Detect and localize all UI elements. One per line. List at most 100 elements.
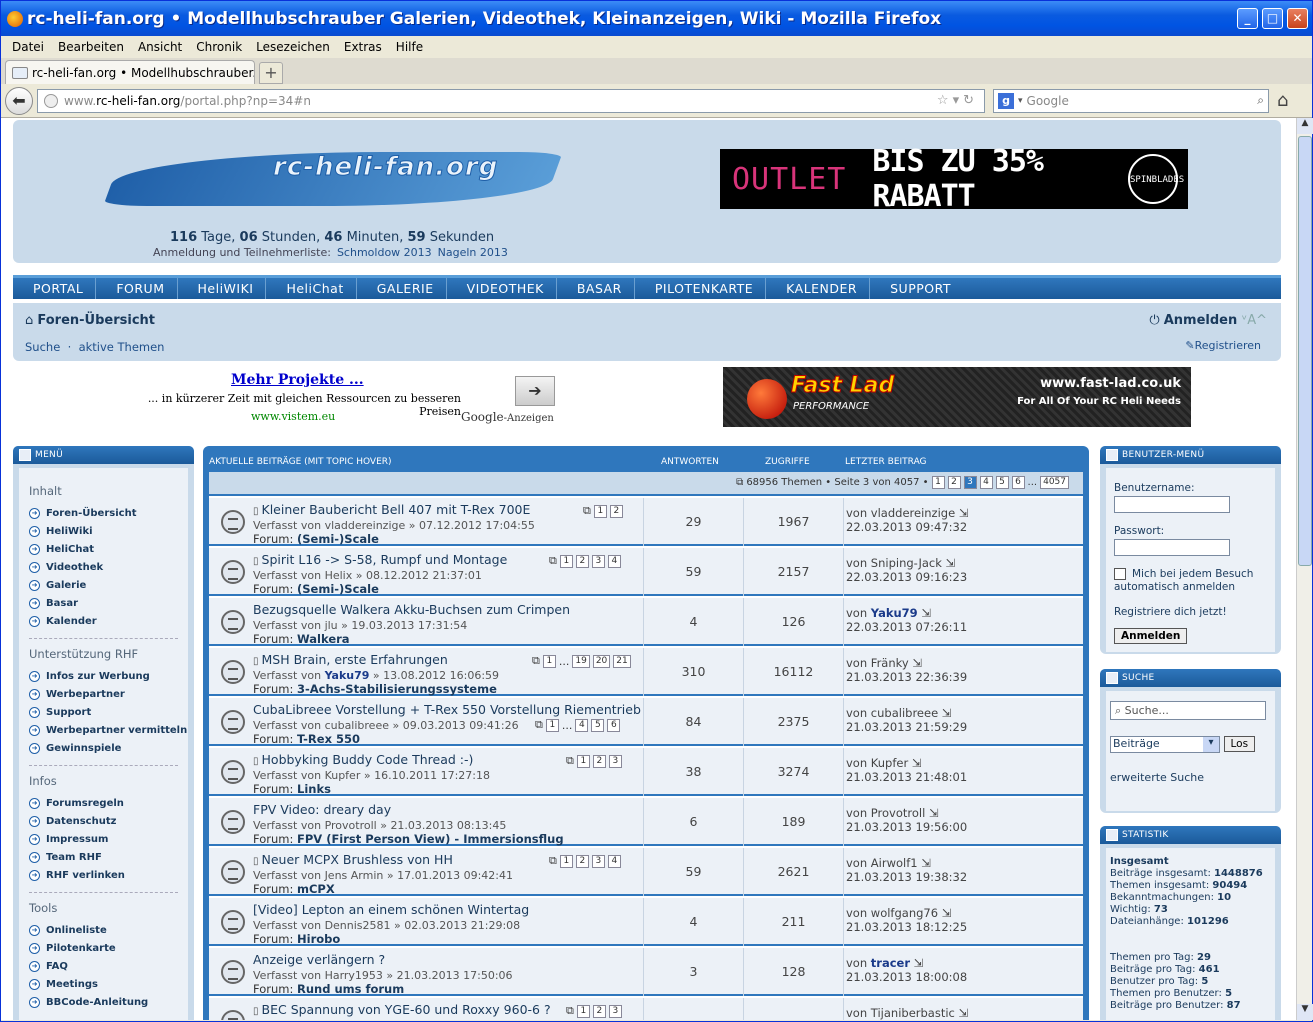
topic-title[interactable]: BEC Spannung von YGE-60 und Roxxy 960-6 … xyxy=(262,1002,551,1017)
forum-link[interactable]: Walkera xyxy=(297,632,350,646)
scroll-thumb[interactable] xyxy=(1298,136,1312,566)
menu-item[interactable]: ➜ Werbepartner xyxy=(29,685,188,703)
forum-link[interactable]: mCPX xyxy=(297,882,335,896)
goto-post-icon[interactable]: ⇲ xyxy=(925,806,939,820)
topic-page-link[interactable]: 1 xyxy=(542,654,556,668)
last-post-author[interactable]: Yaku79 xyxy=(871,606,918,620)
browser-tab[interactable]: rc-heli-fan.org • Modellhubschrauber... xyxy=(5,60,255,84)
login-button[interactable]: Anmelden xyxy=(1114,628,1188,644)
advanced-search-link[interactable]: erweiterte Suche xyxy=(1110,771,1271,784)
forum-link[interactable]: T-Rex 550 xyxy=(297,732,360,746)
topic-title[interactable]: CubaLibreee Vorstellung + T-Rex 550 Vors… xyxy=(253,702,641,717)
pagination-page[interactable]: 2 xyxy=(947,476,961,489)
goto-post-icon[interactable]: ⇲ xyxy=(955,1006,969,1020)
nav-portal[interactable]: PORTAL xyxy=(13,278,97,299)
reg-link-nageln[interactable]: Nageln 2013 xyxy=(438,246,508,259)
topic-page-link[interactable]: 3 xyxy=(608,1004,622,1018)
menu-chronik[interactable]: Chronik xyxy=(189,40,249,54)
last-post-author[interactable]: Airwolf1 xyxy=(871,856,918,870)
menu-hilfe[interactable]: Hilfe xyxy=(389,40,430,54)
topic-page-link[interactable]: 4 xyxy=(607,554,621,568)
nav-pilotenkarte[interactable]: PILOTENKARTE xyxy=(635,278,767,299)
menu-item[interactable]: ➜ Foren-Übersicht xyxy=(29,504,188,522)
last-post-author[interactable]: wolfgang76 xyxy=(871,906,938,920)
password-input[interactable] xyxy=(1114,539,1230,556)
topic-page-link[interactable]: 2 xyxy=(592,1004,606,1018)
topic-page-link[interactable]: 19 xyxy=(572,654,590,668)
ad-title[interactable]: Mehr Projekte ... xyxy=(231,372,364,388)
chevron-down-icon[interactable]: ▾ xyxy=(1018,96,1023,106)
reg-link-schmoldow[interactable]: Schmoldow 2013 xyxy=(337,246,432,259)
menu-item[interactable]: ➜ Impressum xyxy=(29,830,188,848)
topic-title[interactable]: FPV Video: dreary day xyxy=(253,802,391,817)
login-link[interactable]: ⏻ Anmelden ᵛA^ xyxy=(1149,313,1267,328)
ad-url[interactable]: www.vistem.eu xyxy=(251,410,335,423)
menu-item[interactable]: ➜ Werbepartner vermitteln xyxy=(29,721,188,739)
menu-item[interactable]: ➜ Team RHF xyxy=(29,848,188,866)
menu-item[interactable]: ➜ Pilotenkarte xyxy=(29,939,188,957)
author-link[interactable]: cubalibreee xyxy=(325,719,389,732)
pagination-page[interactable]: 4057 xyxy=(1040,476,1069,489)
forum-link[interactable]: (Semi-)Scale xyxy=(297,532,379,546)
menu-item[interactable]: ➜ Onlineliste xyxy=(29,921,188,939)
topic-page-link[interactable]: 1 xyxy=(559,854,573,868)
search-link[interactable]: Suche xyxy=(25,340,60,354)
topic-page-link[interactable]: 2 xyxy=(575,854,589,868)
last-post-author[interactable]: tracer xyxy=(871,956,910,970)
author-link[interactable]: Harry1953 xyxy=(325,969,383,982)
menu-item[interactable]: ➜ Kalender xyxy=(29,612,188,630)
menu-item[interactable]: ➜ Basar xyxy=(29,594,188,612)
author-link[interactable]: Provotroll xyxy=(325,819,377,832)
nav-videothek[interactable]: VIDEOTHEK xyxy=(447,278,557,299)
menu-item[interactable]: ➜ Gewinnspiele xyxy=(29,739,188,757)
nav-support[interactable]: SUPPORT xyxy=(870,278,963,299)
goto-post-icon[interactable]: ⇲ xyxy=(955,506,969,520)
topic-page-link[interactable]: 3 xyxy=(591,854,605,868)
author-link[interactable]: Helix xyxy=(325,569,353,582)
topic-page-link[interactable]: 5 xyxy=(591,718,605,732)
last-post-author[interactable]: vladdereinzige xyxy=(871,506,955,520)
nav-kalender[interactable]: KALENDER xyxy=(766,278,871,299)
nav-heliwiki[interactable]: HeliWIKI xyxy=(178,278,267,299)
topic-page-link[interactable]: 20 xyxy=(592,654,611,668)
topic-title[interactable]: Kleiner Baubericht Bell 407 mit T-Rex 70… xyxy=(262,502,531,517)
menu-item[interactable]: ➜ Galerie xyxy=(29,576,188,594)
menu-datei[interactable]: Datei xyxy=(5,40,51,54)
topic-title[interactable]: MSH Brain, erste Erfahrungen xyxy=(262,652,448,667)
goto-post-icon[interactable]: ⇲ xyxy=(910,956,924,970)
scroll-down-arrow[interactable]: ▼ xyxy=(1297,1004,1313,1020)
author-link[interactable]: vladdereinzige xyxy=(325,519,406,532)
last-post-author[interactable]: Provotroll xyxy=(871,806,926,820)
magnifier-icon[interactable]: ⌕ xyxy=(1257,93,1264,108)
minimize-button[interactable]: _ xyxy=(1237,8,1258,29)
menu-item[interactable]: ➜ Videothek xyxy=(29,558,188,576)
google-ad[interactable]: Mehr Projekte ... ... in kürzerer Zeit m… xyxy=(121,368,561,428)
fastlad-banner[interactable]: Fast Lad PERFORMANCE www.fast-lad.co.uk F… xyxy=(723,367,1191,427)
menu-item[interactable]: ➜ Forumsregeln xyxy=(29,794,188,812)
author-link[interactable]: Yaku79 xyxy=(325,669,370,682)
forum-link[interactable]: FPV (First Person View) - Immersionsflug xyxy=(297,832,564,846)
forum-link[interactable]: Hirobo xyxy=(297,932,340,946)
forums-overview-link[interactable]: ⌂ Foren-Übersicht xyxy=(25,313,155,328)
topic-page-link[interactable]: 3 xyxy=(591,554,605,568)
forum-link[interactable]: Rund ums forum xyxy=(297,982,404,996)
topic-title[interactable]: Neuer MCPX Brushless von HH xyxy=(262,852,453,867)
last-post-author[interactable]: cubalibreee xyxy=(871,706,938,720)
topic-page-link[interactable]: 6 xyxy=(607,718,621,732)
topic-page-link[interactable]: 2 xyxy=(592,754,606,768)
search-input[interactable]: ⌕ Suche... xyxy=(1110,701,1266,720)
topic-page-link[interactable]: 3 xyxy=(608,754,622,768)
menu-item[interactable]: ➜ BBCode-Anleitung xyxy=(29,993,188,1011)
menu-item[interactable]: ➜ Support xyxy=(29,703,188,721)
new-tab-button[interactable]: + xyxy=(259,62,283,84)
topic-page-link[interactable]: 1 xyxy=(576,754,590,768)
search-scope-select[interactable]: Beiträge xyxy=(1110,736,1220,753)
goto-post-icon[interactable]: ⇲ xyxy=(942,556,956,570)
menu-lesezeichen[interactable]: Lesezeichen xyxy=(249,40,337,54)
forum-link[interactable]: (Semi-)Scale xyxy=(297,582,379,596)
pagination-page[interactable]: 5 xyxy=(995,476,1009,489)
site-logo[interactable]: rc-heli-fan.org xyxy=(103,130,563,226)
pagination-page[interactable]: 4 xyxy=(979,476,993,489)
last-post-author[interactable]: Sniping-Jack xyxy=(871,556,942,570)
outlet-banner[interactable]: OUTLET BIS ZU 35% RABATT SPINBLADES xyxy=(720,144,1188,214)
